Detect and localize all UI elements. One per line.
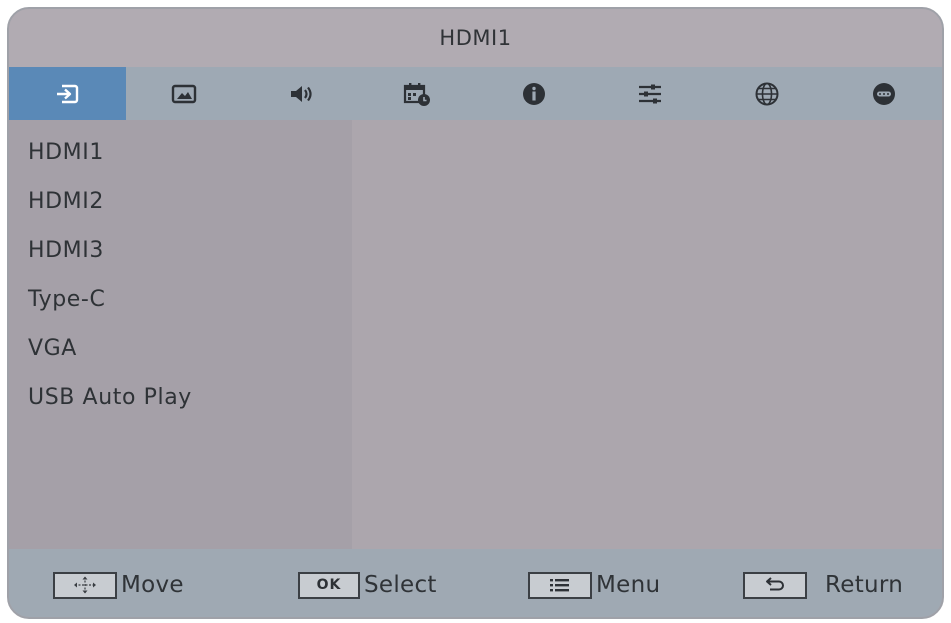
info-icon <box>522 82 545 105</box>
move-label: Move <box>121 572 184 598</box>
osd-menu: HDMI1 HDMI1 HDMI2 HDMI3 Type-C VGA USB A… <box>7 7 944 619</box>
picture-icon <box>171 84 197 103</box>
directional-pad-icon <box>74 576 96 594</box>
tab-input-source[interactable] <box>9 67 126 120</box>
hint-return: Return <box>743 570 903 600</box>
hint-move: Move <box>53 570 184 600</box>
move-key[interactable] <box>53 571 117 599</box>
input-source-icon <box>57 84 79 103</box>
source-item-type-c[interactable]: Type-C <box>9 275 352 324</box>
menu-key[interactable] <box>528 571 592 599</box>
globe-icon <box>755 82 779 105</box>
title-bar: HDMI1 <box>9 9 942 67</box>
detail-pane <box>352 120 942 549</box>
tab-more[interactable] <box>825 67 942 120</box>
list-icon <box>550 579 569 592</box>
source-item-hdmi3[interactable]: HDMI3 <box>9 226 352 275</box>
tab-schedule[interactable] <box>359 67 476 120</box>
source-list: HDMI1 HDMI2 HDMI3 Type-C VGA USB Auto Pl… <box>9 120 352 549</box>
menu-title: HDMI1 <box>439 26 512 50</box>
menu-label: Menu <box>596 572 661 598</box>
hint-menu: Menu <box>528 570 660 600</box>
more-icon <box>872 82 895 105</box>
tab-settings[interactable] <box>592 67 709 120</box>
tab-picture[interactable] <box>126 67 243 120</box>
source-item-vga[interactable]: VGA <box>9 324 352 373</box>
tab-information[interactable] <box>476 67 593 120</box>
ok-key-label: OK <box>316 577 342 593</box>
ok-key[interactable]: OK <box>298 571 360 599</box>
return-arrow-icon <box>766 577 784 591</box>
calendar-clock-icon <box>404 82 431 106</box>
sliders-icon <box>639 84 662 103</box>
select-label: Select <box>364 572 437 598</box>
source-item-hdmi2[interactable]: HDMI2 <box>9 177 352 226</box>
speaker-icon <box>290 85 312 102</box>
return-key[interactable] <box>743 571 807 599</box>
footer-hints: Move OK Select Menu Return <box>9 549 942 617</box>
source-item-hdmi1[interactable]: HDMI1 <box>9 128 352 177</box>
menu-content: HDMI1 HDMI2 HDMI3 Type-C VGA USB Auto Pl… <box>9 120 942 549</box>
tab-sound[interactable] <box>242 67 359 120</box>
source-item-usb-auto-play[interactable]: USB Auto Play <box>9 373 352 422</box>
return-label: Return <box>825 572 904 598</box>
hint-select: OK Select <box>298 570 437 600</box>
tab-language[interactable] <box>709 67 826 120</box>
tab-bar <box>9 67 942 120</box>
